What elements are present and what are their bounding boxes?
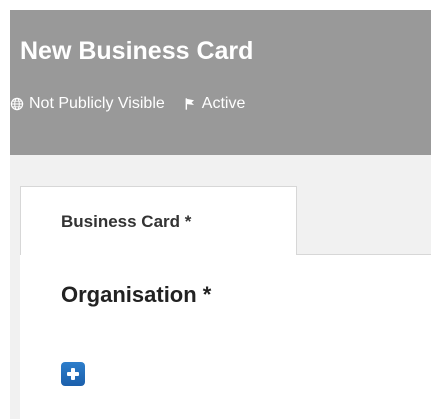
organisation-section-title: Organisation * [61, 282, 212, 307]
app-window: New Business Card Not Publicly Visible A… [10, 10, 431, 419]
add-organisation-button[interactable] [61, 362, 85, 386]
globe-icon [10, 97, 24, 111]
tab-business-card-label: Business Card * [61, 212, 192, 231]
record-meta: Not Publicly Visible Active [10, 94, 245, 114]
active-status: Active [183, 94, 246, 114]
page-header: New Business Card Not Publicly Visible A… [10, 10, 431, 155]
active-label: Active [201, 95, 246, 112]
flag-icon [183, 97, 197, 111]
page-title: New Business Card [20, 37, 254, 65]
form-panel: Organisation * [20, 255, 431, 419]
plus-icon [66, 367, 80, 381]
visibility-status: Not Publicly Visible [10, 94, 165, 114]
tab-business-card[interactable]: Business Card * [20, 186, 297, 256]
tab-bar: Business Card * [10, 155, 431, 256]
visibility-label: Not Publicly Visible [29, 95, 165, 112]
